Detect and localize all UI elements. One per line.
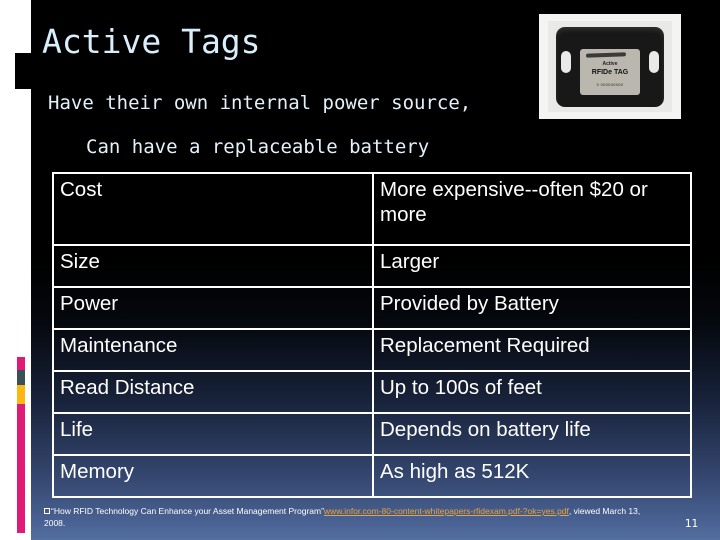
table-row: Life Depends on battery life [52, 412, 692, 456]
table-cell-label: Life [52, 412, 374, 456]
table-cell-value: More expensive--often $20 or more [372, 172, 692, 246]
decoration-bar-teal [17, 370, 25, 385]
citation-title: “How RFID Technology Can Enhance your As… [51, 506, 324, 516]
tag-label-line-1: Active [602, 60, 618, 67]
table-cell-value: Larger [372, 244, 692, 288]
table-cell-label: Read Distance [52, 370, 374, 414]
decoration-bar-pink-top [17, 357, 25, 370]
decoration-bar-pink-main [17, 404, 25, 533]
table-cell-label: Size [52, 244, 374, 288]
tag-mount-hole-left [561, 50, 571, 73]
tag-antenna-stripe [585, 51, 627, 58]
table-row: Maintenance Replacement Required [52, 328, 692, 372]
tag-body: Active RFIDe TAG 0 000000000 [556, 26, 664, 107]
table-row: Read Distance Up to 100s of feet [52, 370, 692, 414]
table-cell-label: Maintenance [52, 328, 374, 372]
table-cell-label: Power [52, 286, 374, 330]
footer-citation: “How RFID Technology Can Enhance your As… [44, 506, 644, 529]
comparison-table: Cost More expensive--often $20 or more S… [52, 172, 692, 498]
tag-label-line-3: 0 000000000 [596, 81, 624, 87]
tag-label-line-2: RFIDe TAG [591, 68, 629, 76]
slide: Active Tags Have their own internal powe… [0, 0, 720, 540]
comparison-table-wrapper: Cost More expensive--often $20 or more S… [52, 172, 692, 498]
tag-mount-hole-right [649, 50, 659, 73]
table-cell-value: Depends on battery life [372, 412, 692, 456]
bullet-line-1: Have their own internal power source, [48, 92, 472, 114]
table-cell-value: Provided by Battery [372, 286, 692, 330]
citation-url-link[interactable]: www.infor.com-80-content-whitepapers-rfi… [324, 506, 569, 516]
comparison-table-body: Cost More expensive--often $20 or more S… [52, 172, 692, 498]
table-cell-value: As high as 512K [372, 454, 692, 498]
tag-label: Active RFIDe TAG 0 000000000 [580, 48, 640, 95]
table-row: Size Larger [52, 244, 692, 288]
table-cell-value: Replacement Required [372, 328, 692, 372]
photo-inner: Active RFIDe TAG 0 000000000 [548, 21, 672, 112]
page-number: 11 [684, 517, 698, 530]
decoration-black-block [15, 53, 32, 89]
table-row: Power Provided by Battery [52, 286, 692, 330]
table-cell-value: Up to 100s of feet [372, 370, 692, 414]
table-row: Cost More expensive--often $20 or more [52, 172, 692, 246]
table-cell-label: Cost [52, 172, 374, 246]
slide-title: Active Tags [42, 22, 261, 61]
decoration-bar-yellow [17, 385, 25, 404]
table-row: Memory As high as 512K [52, 454, 692, 498]
bullet-line-2: Can have a replaceable battery [86, 136, 430, 158]
active-rfid-tag-photo: Active RFIDe TAG 0 000000000 [539, 14, 681, 119]
table-cell-label: Memory [52, 454, 374, 498]
citation-marker-icon [44, 508, 50, 514]
